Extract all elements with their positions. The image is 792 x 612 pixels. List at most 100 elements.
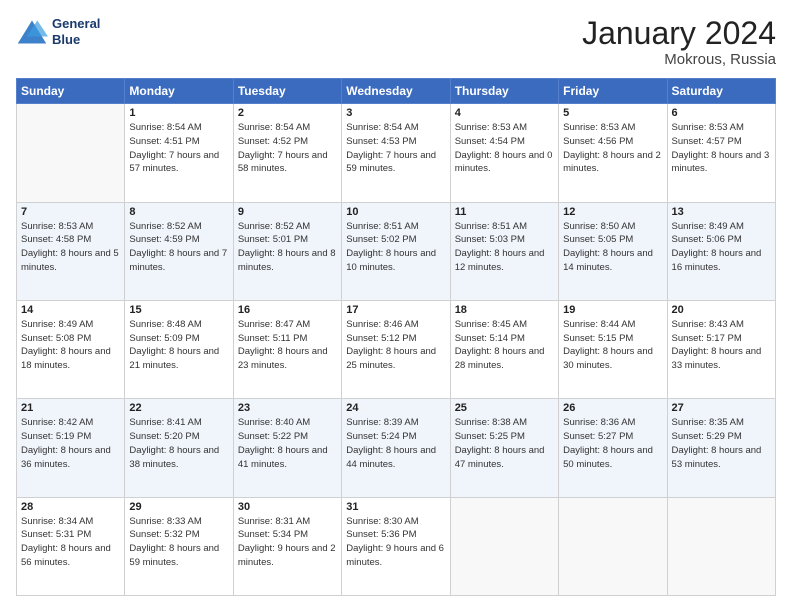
day-number: 3 [346, 107, 445, 119]
day-info: Sunrise: 8:48 AMSunset: 5:09 PMDaylight:… [129, 318, 228, 373]
table-row: 14 Sunrise: 8:49 AMSunset: 5:08 PMDayligh… [17, 300, 125, 398]
day-info: Sunrise: 8:47 AMSunset: 5:11 PMDaylight:… [238, 318, 337, 373]
table-row: 7Sunrise: 8:53 AMSunset: 4:58 PMDaylight… [17, 202, 125, 300]
day-number: 17 [346, 304, 445, 316]
table-row: 1 Sunrise: 8:54 AMSunset: 4:51 PMDaylight… [125, 104, 233, 202]
main-title: January 2024 [582, 16, 776, 51]
table-row: 9Sunrise: 8:52 AMSunset: 5:01 PMDaylight… [233, 202, 341, 300]
table-row [17, 104, 125, 202]
day-number: 25 [455, 402, 554, 414]
calendar: Sunday Monday Tuesday Wednesday Thursday… [16, 78, 776, 596]
table-row: 27Sunrise: 8:35 AMSunset: 5:29 PMDayligh… [667, 399, 775, 497]
day-info: Sunrise: 8:36 AMSunset: 5:27 PMDaylight:… [563, 416, 662, 471]
day-number: 12 [563, 206, 662, 218]
table-row: 25 Sunrise: 8:38 AMSunset: 5:25 PMDayligh… [450, 399, 558, 497]
day-number: 29 [129, 501, 228, 513]
table-row: 3 Sunrise: 8:54 AMSunset: 4:53 PMDaylight… [342, 104, 450, 202]
table-row: 23Sunrise: 8:40 AMSunset: 5:22 PMDayligh… [233, 399, 341, 497]
day-number: 20 [672, 304, 771, 316]
day-number: 1 [129, 107, 228, 119]
day-info: Sunrise: 8:53 AMSunset: 4:57 PMDaylight:… [672, 121, 771, 176]
page: General Blue January 2024 Mokrous, Russi… [0, 0, 792, 612]
day-info: Sunrise: 8:30 AMSunset: 5:36 PMDaylight:… [346, 515, 445, 570]
calendar-week-row: 1 Sunrise: 8:54 AMSunset: 4:51 PMDaylight… [17, 104, 776, 202]
table-row: 16 Sunrise: 8:47 AMSunset: 5:11 PMDayligh… [233, 300, 341, 398]
day-number: 19 [563, 304, 662, 316]
logo: General Blue [16, 16, 100, 47]
day-info: Sunrise: 8:54 AMSunset: 4:53 PMDaylight:… [346, 121, 445, 176]
day-number: 18 [455, 304, 554, 316]
table-row: 26Sunrise: 8:36 AMSunset: 5:27 PMDayligh… [559, 399, 667, 497]
table-row: 24 Sunrise: 8:39 AMSunset: 5:24 PMDayligh… [342, 399, 450, 497]
day-info: Sunrise: 8:53 AMSunset: 4:56 PMDaylight:… [563, 121, 662, 176]
calendar-week-row: 28Sunrise: 8:34 AMSunset: 5:31 PMDayligh… [17, 497, 776, 595]
day-info: Sunrise: 8:53 AMSunset: 4:54 PMDaylight:… [455, 121, 554, 176]
table-row: 17Sunrise: 8:46 AMSunset: 5:12 PMDayligh… [342, 300, 450, 398]
day-number: 15 [129, 304, 228, 316]
day-number: 27 [672, 402, 771, 414]
table-row: 2 Sunrise: 8:54 AMSunset: 4:52 PMDaylight… [233, 104, 341, 202]
day-info: Sunrise: 8:45 AMSunset: 5:14 PMDaylight:… [455, 318, 554, 373]
col-saturday: Saturday [667, 79, 775, 104]
table-row: 12 Sunrise: 8:50 AMSunset: 5:05 PMDayligh… [559, 202, 667, 300]
table-row [450, 497, 558, 595]
table-row: 5 Sunrise: 8:53 AMSunset: 4:56 PMDaylight… [559, 104, 667, 202]
col-friday: Friday [559, 79, 667, 104]
col-sunday: Sunday [17, 79, 125, 104]
calendar-header-row: Sunday Monday Tuesday Wednesday Thursday… [17, 79, 776, 104]
day-info: Sunrise: 8:52 AMSunset: 5:01 PMDaylight:… [238, 220, 337, 275]
day-number: 22 [129, 402, 228, 414]
day-number: 13 [672, 206, 771, 218]
col-monday: Monday [125, 79, 233, 104]
day-info: Sunrise: 8:52 AMSunset: 4:59 PMDaylight:… [129, 220, 228, 275]
day-number: 4 [455, 107, 554, 119]
day-number: 31 [346, 501, 445, 513]
table-row: 20 Sunrise: 8:43 AMSunset: 5:17 PMDayligh… [667, 300, 775, 398]
day-number: 2 [238, 107, 337, 119]
generalblue-logo-icon [16, 18, 48, 46]
table-row: 19 Sunrise: 8:44 AMSunset: 5:15 PMDayligh… [559, 300, 667, 398]
logo-text: General Blue [52, 16, 100, 47]
table-row: 10Sunrise: 8:51 AMSunset: 5:02 PMDayligh… [342, 202, 450, 300]
day-number: 16 [238, 304, 337, 316]
table-row: 28Sunrise: 8:34 AMSunset: 5:31 PMDayligh… [17, 497, 125, 595]
table-row: 22 Sunrise: 8:41 AMSunset: 5:20 PMDayligh… [125, 399, 233, 497]
day-info: Sunrise: 8:39 AMSunset: 5:24 PMDaylight:… [346, 416, 445, 471]
calendar-week-row: 14 Sunrise: 8:49 AMSunset: 5:08 PMDayligh… [17, 300, 776, 398]
col-tuesday: Tuesday [233, 79, 341, 104]
day-number: 8 [129, 206, 228, 218]
calendar-week-row: 21Sunrise: 8:42 AMSunset: 5:19 PMDayligh… [17, 399, 776, 497]
day-info: Sunrise: 8:38 AMSunset: 5:25 PMDaylight:… [455, 416, 554, 471]
table-row: 29 Sunrise: 8:33 AMSunset: 5:32 PMDayligh… [125, 497, 233, 595]
day-info: Sunrise: 8:54 AMSunset: 4:52 PMDaylight:… [238, 121, 337, 176]
day-number: 5 [563, 107, 662, 119]
day-info: Sunrise: 8:31 AMSunset: 5:34 PMDaylight:… [238, 515, 337, 570]
table-row: 18 Sunrise: 8:45 AMSunset: 5:14 PMDayligh… [450, 300, 558, 398]
day-info: Sunrise: 8:43 AMSunset: 5:17 PMDaylight:… [672, 318, 771, 373]
day-info: Sunrise: 8:51 AMSunset: 5:03 PMDaylight:… [455, 220, 554, 275]
col-thursday: Thursday [450, 79, 558, 104]
day-number: 11 [455, 206, 554, 218]
day-number: 6 [672, 107, 771, 119]
table-row: 8 Sunrise: 8:52 AMSunset: 4:59 PMDaylight… [125, 202, 233, 300]
table-row: 30Sunrise: 8:31 AMSunset: 5:34 PMDayligh… [233, 497, 341, 595]
day-number: 28 [21, 501, 120, 513]
header: General Blue January 2024 Mokrous, Russi… [16, 16, 776, 68]
day-number: 23 [238, 402, 337, 414]
day-info: Sunrise: 8:50 AMSunset: 5:05 PMDaylight:… [563, 220, 662, 275]
day-info: Sunrise: 8:49 AMSunset: 5:08 PMDaylight:… [21, 318, 120, 373]
day-number: 14 [21, 304, 120, 316]
table-row: 15 Sunrise: 8:48 AMSunset: 5:09 PMDayligh… [125, 300, 233, 398]
day-number: 10 [346, 206, 445, 218]
title-block: January 2024 Mokrous, Russia [582, 16, 776, 68]
day-info: Sunrise: 8:42 AMSunset: 5:19 PMDaylight:… [21, 416, 120, 471]
day-info: Sunrise: 8:44 AMSunset: 5:15 PMDaylight:… [563, 318, 662, 373]
day-info: Sunrise: 8:49 AMSunset: 5:06 PMDaylight:… [672, 220, 771, 275]
table-row [667, 497, 775, 595]
day-info: Sunrise: 8:33 AMSunset: 5:32 PMDaylight:… [129, 515, 228, 570]
day-number: 24 [346, 402, 445, 414]
table-row: 21Sunrise: 8:42 AMSunset: 5:19 PMDayligh… [17, 399, 125, 497]
col-wednesday: Wednesday [342, 79, 450, 104]
day-info: Sunrise: 8:41 AMSunset: 5:20 PMDaylight:… [129, 416, 228, 471]
day-info: Sunrise: 8:54 AMSunset: 4:51 PMDaylight:… [129, 121, 228, 176]
